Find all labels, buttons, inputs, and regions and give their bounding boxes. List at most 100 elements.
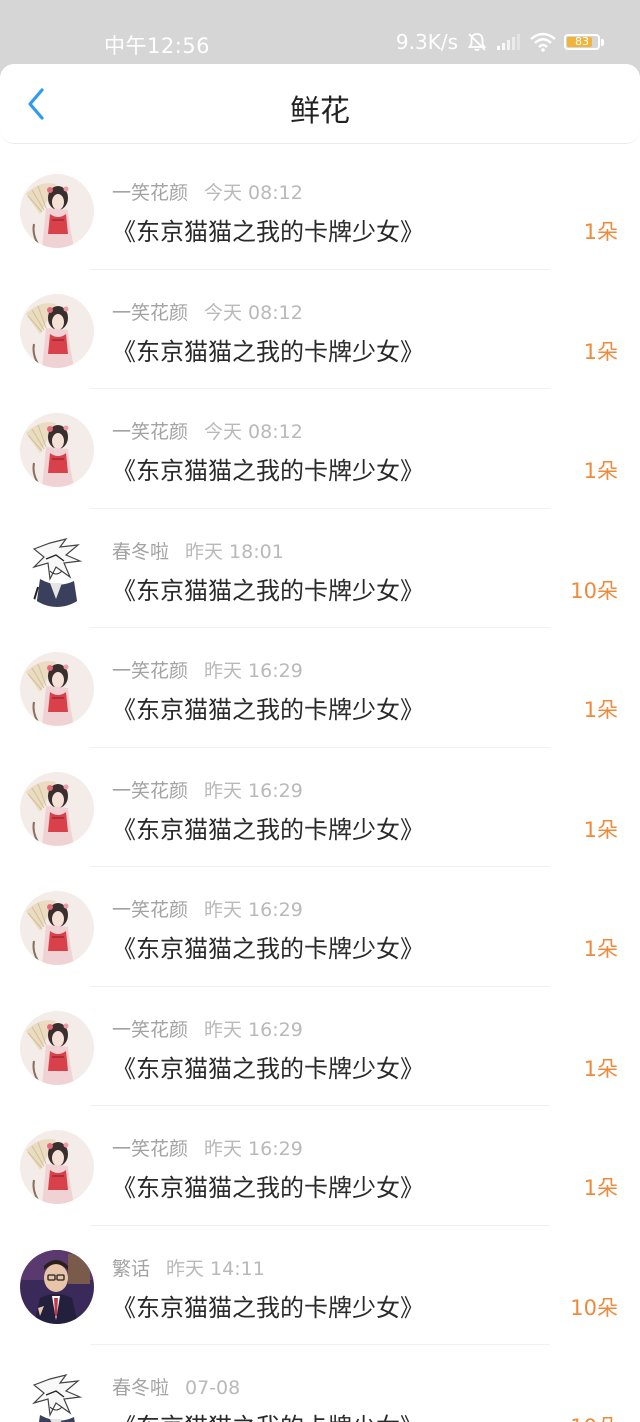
sketch-avatar-image bbox=[20, 532, 94, 607]
flower-count: 1朵 bbox=[583, 937, 618, 961]
mute-bell-icon bbox=[466, 31, 488, 53]
signal-icon bbox=[496, 33, 522, 51]
avatar[interactable] bbox=[20, 174, 94, 248]
network-speed: 9.3K/s bbox=[395, 30, 458, 54]
item-time: 07-08 bbox=[185, 1377, 241, 1399]
list-item[interactable]: 春冬啦 07-08 《东京猫猫之我的卡牌少女》 10朵 bbox=[0, 1345, 640, 1422]
book-title: 《东京猫猫之我的卡牌少女》 bbox=[112, 1054, 424, 1083]
photo-avatar-image bbox=[20, 1249, 94, 1324]
user-name[interactable]: 一笑花颜 bbox=[112, 182, 188, 204]
user-name[interactable]: 一笑花颜 bbox=[112, 899, 188, 921]
flower-count: 1朵 bbox=[583, 339, 618, 364]
item-meta: 繁话 昨天 14:11 bbox=[112, 1254, 265, 1281]
geisha-avatar-image bbox=[20, 652, 94, 726]
app-root: 中午12:56 9.3K/s 83 鲜花 一笑花颜 今天 08:12 《东京猫猫… bbox=[0, 0, 640, 1422]
avatar[interactable] bbox=[20, 532, 94, 607]
geisha-avatar-image bbox=[20, 771, 94, 846]
book-title: 《东京猫猫之我的卡牌少女》 bbox=[112, 1293, 424, 1322]
book-title: 《东京猫猫之我的卡牌少女》 bbox=[112, 815, 424, 844]
avatar[interactable] bbox=[20, 891, 94, 965]
book-title: 《东京猫猫之我的卡牌少女》 bbox=[112, 218, 424, 246]
book-title: 《东京猫猫之我的卡牌少女》 bbox=[112, 935, 424, 963]
flower-count: 10朵 bbox=[570, 578, 618, 603]
avatar[interactable] bbox=[20, 293, 94, 368]
wifi-icon bbox=[530, 32, 556, 52]
list-item[interactable]: 繁话 昨天 14:11 《东京猫猫之我的卡牌少女》 10朵 bbox=[0, 1226, 640, 1345]
geisha-avatar-image bbox=[20, 891, 94, 965]
book-title: 《东京猫猫之我的卡牌少女》 bbox=[112, 1407, 424, 1422]
flower-count: 10朵 bbox=[570, 1411, 618, 1422]
user-name[interactable]: 春冬啦 bbox=[112, 541, 169, 563]
item-time: 昨天 16:29 bbox=[204, 1018, 303, 1041]
book-title: 《东京猫猫之我的卡牌少女》 bbox=[112, 696, 424, 724]
list-item[interactable]: 一笑花颜 昨天 16:29 《东京猫猫之我的卡牌少女》 1朵 bbox=[0, 628, 640, 748]
book-title: 《东京猫猫之我的卡牌少女》 bbox=[112, 457, 424, 485]
geisha-avatar-image bbox=[20, 1010, 94, 1085]
avatar[interactable] bbox=[20, 1249, 94, 1324]
item-meta: 一笑花颜 今天 08:12 bbox=[112, 417, 303, 444]
battery-level: 83 bbox=[575, 35, 589, 48]
geisha-avatar-image bbox=[20, 413, 94, 487]
user-name[interactable]: 一笑花颜 bbox=[112, 1019, 188, 1041]
user-name[interactable]: 一笑花颜 bbox=[112, 302, 188, 324]
user-name[interactable]: 春冬啦 bbox=[112, 1377, 169, 1399]
item-time: 今天 08:12 bbox=[204, 421, 303, 443]
book-title: 《东京猫猫之我的卡牌少女》 bbox=[112, 576, 424, 605]
item-meta: 一笑花颜 昨天 16:29 bbox=[112, 1134, 303, 1161]
flower-count: 1朵 bbox=[583, 459, 618, 483]
book-title: 《东京猫猫之我的卡牌少女》 bbox=[112, 337, 424, 366]
user-name[interactable]: 一笑花颜 bbox=[112, 421, 188, 443]
item-time: 今天 08:12 bbox=[204, 182, 303, 204]
item-time: 昨天 14:11 bbox=[166, 1257, 265, 1280]
book-title: 《东京猫猫之我的卡牌少女》 bbox=[112, 1174, 424, 1202]
geisha-avatar-image bbox=[20, 174, 94, 248]
item-time: 昨天 18:01 bbox=[185, 540, 284, 563]
avatar[interactable] bbox=[20, 771, 94, 846]
item-meta: 一笑花颜 昨天 16:29 bbox=[112, 1015, 303, 1042]
avatar[interactable] bbox=[20, 652, 94, 726]
item-time: 今天 08:12 bbox=[204, 301, 303, 324]
item-meta: 一笑花颜 今天 08:12 bbox=[112, 178, 303, 205]
item-time: 昨天 16:29 bbox=[204, 660, 303, 682]
list-item[interactable]: 一笑花颜 今天 08:12 《东京猫猫之我的卡牌少女》 1朵 bbox=[0, 389, 640, 509]
list-item[interactable]: 一笑花颜 昨天 16:29 《东京猫猫之我的卡牌少女》 1朵 bbox=[0, 1106, 640, 1226]
item-time: 昨天 16:29 bbox=[204, 1138, 303, 1160]
item-time: 昨天 16:29 bbox=[204, 779, 303, 802]
list-item[interactable]: 一笑花颜 昨天 16:29 《东京猫猫之我的卡牌少女》 1朵 bbox=[0, 748, 640, 867]
flower-list: 一笑花颜 今天 08:12 《东京猫猫之我的卡牌少女》 1朵 一笑花颜 今天 08:12… bbox=[0, 150, 640, 1422]
flower-count: 10朵 bbox=[570, 1295, 618, 1320]
avatar[interactable] bbox=[20, 1130, 94, 1204]
item-meta: 一笑花颜 今天 08:12 bbox=[112, 298, 303, 325]
flower-count: 1朵 bbox=[583, 817, 618, 842]
list-item[interactable]: 一笑花颜 今天 08:12 《东京猫猫之我的卡牌少女》 1朵 bbox=[0, 270, 640, 389]
item-meta: 一笑花颜 昨天 16:29 bbox=[112, 895, 303, 922]
item-meta: 一笑花颜 昨天 16:29 bbox=[112, 656, 303, 683]
flower-count: 1朵 bbox=[583, 220, 618, 244]
sketch-avatar-image bbox=[20, 1369, 94, 1422]
geisha-avatar-image bbox=[20, 293, 94, 368]
user-name[interactable]: 一笑花颜 bbox=[112, 780, 188, 802]
geisha-avatar-image bbox=[20, 1130, 94, 1204]
header-bar: 鲜花 bbox=[0, 64, 640, 144]
user-name[interactable]: 繁话 bbox=[112, 1258, 150, 1280]
avatar[interactable] bbox=[20, 413, 94, 487]
battery-body: 83 bbox=[564, 34, 600, 50]
list-item[interactable]: 春冬啦 昨天 18:01 《东京猫猫之我的卡牌少女》 10朵 bbox=[0, 509, 640, 628]
battery-tip bbox=[601, 38, 604, 46]
user-name[interactable]: 一笑花颜 bbox=[112, 660, 188, 682]
flower-count: 1朵 bbox=[583, 1176, 618, 1200]
avatar[interactable] bbox=[20, 1369, 94, 1422]
list-item[interactable]: 一笑花颜 今天 08:12 《东京猫猫之我的卡牌少女》 1朵 bbox=[0, 150, 640, 270]
item-meta: 春冬啦 昨天 18:01 bbox=[112, 537, 284, 564]
list-item[interactable]: 一笑花颜 昨天 16:29 《东京猫猫之我的卡牌少女》 1朵 bbox=[0, 987, 640, 1106]
item-meta: 一笑花颜 昨天 16:29 bbox=[112, 776, 303, 803]
battery-icon: 83 bbox=[564, 34, 604, 50]
status-right: 9.3K/s 83 bbox=[396, 30, 604, 54]
item-time: 昨天 16:29 bbox=[204, 899, 303, 921]
status-time: 中午12:56 bbox=[104, 34, 211, 58]
avatar[interactable] bbox=[20, 1010, 94, 1085]
user-name[interactable]: 一笑花颜 bbox=[112, 1138, 188, 1160]
flower-count: 1朵 bbox=[583, 1056, 618, 1081]
list-item[interactable]: 一笑花颜 昨天 16:29 《东京猫猫之我的卡牌少女》 1朵 bbox=[0, 867, 640, 987]
page-title: 鲜花 bbox=[290, 94, 350, 129]
